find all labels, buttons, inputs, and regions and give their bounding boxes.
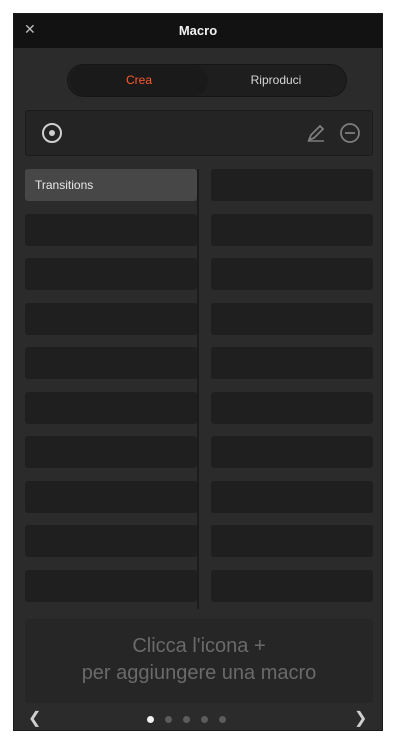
macro-slot[interactable] (25, 391, 197, 424)
macro-slot[interactable] (25, 480, 197, 513)
title-bar: ✕ Macro (14, 14, 382, 48)
macro-slot[interactable] (25, 258, 197, 290)
tab-run[interactable]: Riproduci (208, 65, 344, 96)
tab-create[interactable]: Crea (70, 65, 208, 96)
macro-slot[interactable] (211, 302, 373, 335)
window-title: Macro (178, 23, 218, 38)
macro-slot[interactable] (211, 347, 373, 379)
mode-segmented-control: Crea Riproduci (67, 64, 347, 97)
page-dot[interactable] (147, 716, 154, 723)
macro-slot[interactable] (211, 391, 373, 424)
macro-slot[interactable] (25, 525, 197, 557)
macro-slot[interactable] (211, 569, 373, 602)
macro-slot[interactable] (211, 525, 373, 557)
macro-slot[interactable] (211, 213, 373, 246)
edit-icon[interactable] (304, 121, 328, 145)
macro-slot[interactable] (211, 169, 373, 201)
macro-slot[interactable] (211, 258, 373, 290)
pager: ❮ ❯ (14, 706, 382, 732)
hint-line-2: per aggiungere una macro (81, 662, 317, 684)
macro-slot[interactable]: Transitions (25, 169, 197, 201)
macro-slot[interactable] (211, 436, 373, 468)
macro-slot[interactable] (25, 347, 197, 379)
chevron-right-icon[interactable]: ❯ (354, 708, 367, 728)
macro-window: ✕ Macro Crea Riproduci Transitions Clicc… (13, 13, 383, 731)
macro-slot[interactable] (211, 480, 373, 513)
add-macro-icon[interactable] (40, 121, 64, 145)
page-dot[interactable] (219, 716, 226, 723)
macro-slot[interactable] (25, 213, 197, 246)
chevron-left-icon[interactable]: ❮ (28, 708, 41, 728)
delete-icon[interactable] (338, 121, 362, 145)
empty-hint: Clicca l'icona + per aggiungere una macr… (25, 619, 373, 703)
macro-slot[interactable] (25, 436, 197, 468)
macro-slot[interactable] (25, 569, 197, 602)
macro-slot[interactable] (25, 302, 197, 335)
page-dot[interactable] (201, 716, 208, 723)
macro-slot-grid: Transitions (25, 169, 373, 609)
page-dot[interactable] (183, 716, 190, 723)
hint-line-1: Clicca l'icona + (132, 635, 266, 657)
macro-toolbar (25, 110, 373, 156)
page-dot[interactable] (165, 716, 172, 723)
